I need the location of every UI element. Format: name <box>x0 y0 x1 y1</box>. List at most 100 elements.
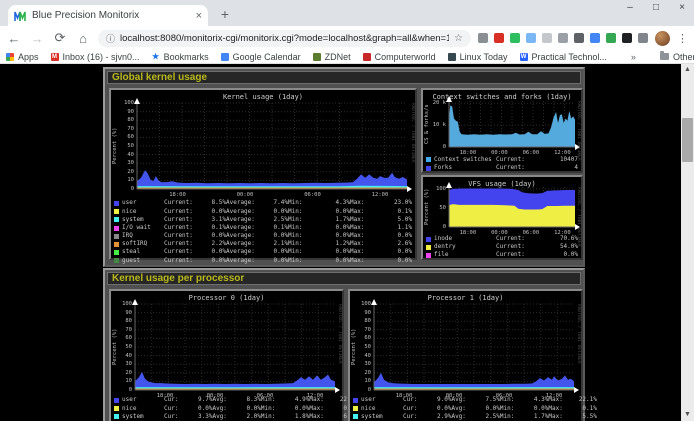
legend-swatch <box>114 201 119 206</box>
legend-series-name: guest <box>122 258 164 265</box>
scrollbar-thumb[interactable] <box>682 118 693 162</box>
legend-stat-label: Current: <box>164 200 194 207</box>
graph-legend: userCurrent:8.5%Average:7.4%Min:4.3%Max:… <box>114 200 412 265</box>
minimize-button[interactable]: – <box>624 2 636 13</box>
legend-stat-value: 1.7% <box>318 217 350 224</box>
legend-stat-label: Min: <box>288 249 318 256</box>
legend-stat-value: 4.3% <box>318 200 350 207</box>
search-extension-icon[interactable] <box>478 33 488 43</box>
legend-stat-label: Current: <box>496 157 540 164</box>
legend-stat-label: Average: <box>226 217 256 224</box>
maximize-button[interactable]: □ <box>650 2 662 13</box>
browser-toolbar: ← → ⟳ ⌂ ⓘ localhost:8080/monitorix-cgi/m… <box>0 26 694 50</box>
bookmark-item[interactable]: Google Calendar <box>221 52 301 62</box>
legend-swatch <box>114 398 119 403</box>
legend-series-name: softIRQ <box>122 241 164 248</box>
clipper-extension-icon[interactable] <box>510 33 520 43</box>
notes-extension-icon[interactable] <box>638 33 648 43</box>
tab-close-icon[interactable]: × <box>196 10 202 22</box>
legend-stat-value: 2.5% <box>466 414 500 421</box>
page-scrollbar[interactable]: ▲ ▼ <box>681 64 694 421</box>
browser-tab[interactable]: Blue Precision Monitorix × <box>8 5 208 26</box>
processor-0-graph[interactable]: Processor 0 (1day)Percent (%)01020304050… <box>109 289 344 421</box>
legend-stat-value: 2.9% <box>417 414 451 421</box>
apps-shortcut[interactable]: Apps <box>6 52 39 62</box>
graph-title: Kernel usage (1day) <box>111 93 415 101</box>
back-icon[interactable]: ← <box>6 31 22 46</box>
kernel-usage-graph[interactable]: Kernel usage (1day)Percent (%)0102030405… <box>109 88 417 260</box>
bookmark-item[interactable]: MInbox (16) - sjvn0... <box>51 52 140 62</box>
y-tick-label: 100 <box>118 100 134 106</box>
bookmark-item[interactable]: ★Bookmarks <box>152 52 209 62</box>
dark-extension-icon[interactable] <box>574 33 584 43</box>
gray-extension-icon[interactable] <box>542 33 552 43</box>
graph-legend: userCur:9.7%Avg:8.3%Min:4.9%Max:22.5%nic… <box>114 397 339 421</box>
bookmarks-list: MInbox (16) - sjvn0... ★Bookmarks Google C… <box>51 52 607 62</box>
legend-swatch <box>426 245 431 250</box>
window-controls: – □ × <box>624 2 688 13</box>
copy-extension-icon[interactable] <box>526 33 536 43</box>
scroll-up-icon[interactable]: ▲ <box>681 64 694 76</box>
browser-menu-icon[interactable]: ⋮ <box>677 32 688 45</box>
y-tick-label: 0 <box>430 224 446 230</box>
context-switches-graph[interactable]: Context switches and forks (1day)CS & fo… <box>421 88 583 173</box>
section-title: Kernel usage per processor <box>107 272 581 285</box>
legend-stat-value: 0.0% <box>318 209 350 216</box>
scroll-down-icon[interactable]: ▼ <box>681 409 694 421</box>
x-axis-arrow-icon <box>335 387 340 393</box>
y-tick-label: 40 <box>118 152 134 158</box>
pin-extension-icon[interactable] <box>622 33 632 43</box>
legend-swatch <box>114 414 119 419</box>
y-tick-label: 30 <box>355 361 371 367</box>
legend-swatch <box>114 258 119 263</box>
other-bookmarks[interactable]: Other bookmarks <box>660 52 694 62</box>
url-text[interactable]: localhost:8080/monitorix-cgi/monitorix.c… <box>120 33 449 44</box>
legend-stat-label: Cur: <box>164 414 178 421</box>
y-tick-label: 100 <box>116 301 132 307</box>
y-tick-label: 10 <box>116 378 132 384</box>
bookmark-item[interactable]: WPractical Technol... <box>520 52 607 62</box>
profile-avatar[interactable] <box>655 31 670 46</box>
new-tab-button[interactable]: + <box>216 6 234 24</box>
reload-icon[interactable]: ⟳ <box>52 30 68 46</box>
close-button[interactable]: × <box>676 2 688 13</box>
legend-swatch <box>114 209 119 214</box>
address-bar[interactable]: ⓘ localhost:8080/monitorix-cgi/monitorix… <box>98 30 471 47</box>
green-extension-icon[interactable] <box>606 33 616 43</box>
y-tick-label: 90 <box>118 109 134 115</box>
extensions-row <box>478 33 648 43</box>
legend-stat-label: Min: <box>288 217 318 224</box>
vfs-usage-graph[interactable]: VFS usage (1day)Percent (%)05010018:0000… <box>421 175 583 260</box>
bookmarks-overflow-chevron[interactable]: » <box>631 52 636 62</box>
legend-stat-label: Max: <box>350 249 380 256</box>
legend-stat-value: 0.0% <box>194 258 226 265</box>
bookmark-item[interactable]: ZDNet <box>313 52 351 62</box>
legend-stat-value: 4 <box>540 165 578 172</box>
legend-stat-label: Current: <box>496 236 540 243</box>
blue-extension-icon[interactable] <box>590 33 600 43</box>
x-tick-label: 00:00 <box>232 192 258 198</box>
processor-1-graph[interactable]: Processor 1 (1day)Percent (%)01020304050… <box>348 289 583 421</box>
legend-swatch <box>353 414 358 419</box>
mail-extension-icon[interactable] <box>494 33 504 43</box>
legend-stat-label: Avg: <box>212 406 226 413</box>
plot-area <box>135 304 335 390</box>
legend-stat-value: 7.4% <box>256 200 288 207</box>
legend-stat-value: 4.3% <box>514 397 548 404</box>
bookmark-item[interactable]: Computerworld <box>363 52 436 62</box>
legend-stat-value: 8.5% <box>194 200 226 207</box>
legend-stat-label: Current: <box>164 241 194 248</box>
legend-stat-label: Max: <box>350 258 380 265</box>
legend-stat-label: Current: <box>496 244 540 251</box>
legend-stat-value: 4.9% <box>275 397 309 404</box>
plot-area <box>449 101 575 147</box>
legend-stat-label: Current: <box>496 252 540 259</box>
y-tick-label: 20 k <box>430 100 446 106</box>
legend-stat-label: Average: <box>226 225 256 232</box>
audio-extension-icon[interactable] <box>558 33 568 43</box>
forward-icon[interactable]: → <box>29 31 45 46</box>
page-info-icon[interactable]: ⓘ <box>106 32 115 45</box>
bookmark-item[interactable]: Linux Today <box>448 52 508 62</box>
bookmark-star-icon[interactable]: ☆ <box>454 33 463 44</box>
home-icon[interactable]: ⌂ <box>75 31 91 46</box>
